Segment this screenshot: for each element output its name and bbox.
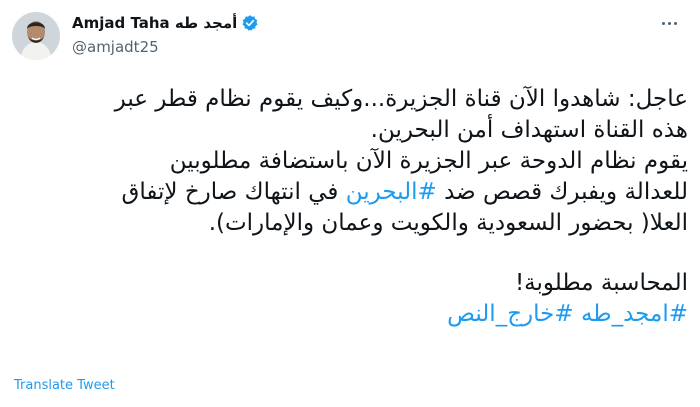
more-options-icon[interactable] bbox=[654, 12, 684, 34]
tweet-line: العلا( بحضور السعودية والكويت وعمان والإ… bbox=[208, 210, 688, 236]
hashtag-link[interactable]: #خارج_النص bbox=[447, 301, 573, 327]
verified-badge-icon bbox=[242, 15, 258, 31]
tweet-line: هذه القناة استهداف أمن البحرين. bbox=[370, 117, 688, 143]
avatar[interactable] bbox=[12, 12, 60, 60]
tweet-text: عاجل: شاهدوا الآن قناة الجزيرة...وكيف يق… bbox=[12, 84, 688, 330]
hashtag-line: #امجد_طه #خارج_النص bbox=[12, 299, 688, 330]
hashtag-link[interactable]: #البحرين bbox=[346, 179, 437, 205]
author-display-name[interactable]: Amjad Taha أمجد طه bbox=[72, 14, 237, 32]
avatar-photo bbox=[12, 12, 60, 60]
author-name-row: Amjad Taha أمجد طه bbox=[72, 14, 259, 32]
tweet-line: عاجل: شاهدوا الآن قناة الجزيرة...وكيف يق… bbox=[114, 86, 688, 112]
translate-tweet-link[interactable]: Translate Tweet bbox=[14, 378, 115, 393]
author-handle[interactable]: @amjadt25 bbox=[72, 38, 159, 56]
tweet-line: المحاسبة مطلوبة! bbox=[514, 270, 688, 296]
tweet-line: للعدالة ويفبرك قصص ضد #البحرين في انتهاك… bbox=[12, 177, 689, 208]
hashtag-link[interactable]: #امجد_طه bbox=[581, 301, 688, 327]
tweet-line-fragment: للعدالة ويفبرك قصص ضد bbox=[444, 179, 688, 205]
tweet-line-fragment: في انتهاك صارخ لإتفاق bbox=[121, 179, 339, 205]
tweet-card: Amjad Taha أمجد طه @amjadt25 عاجل: شاهدو… bbox=[0, 0, 700, 407]
tweet-line: يقوم نظام الدوحة عبر الجزيرة الآن باستضا… bbox=[169, 148, 688, 174]
